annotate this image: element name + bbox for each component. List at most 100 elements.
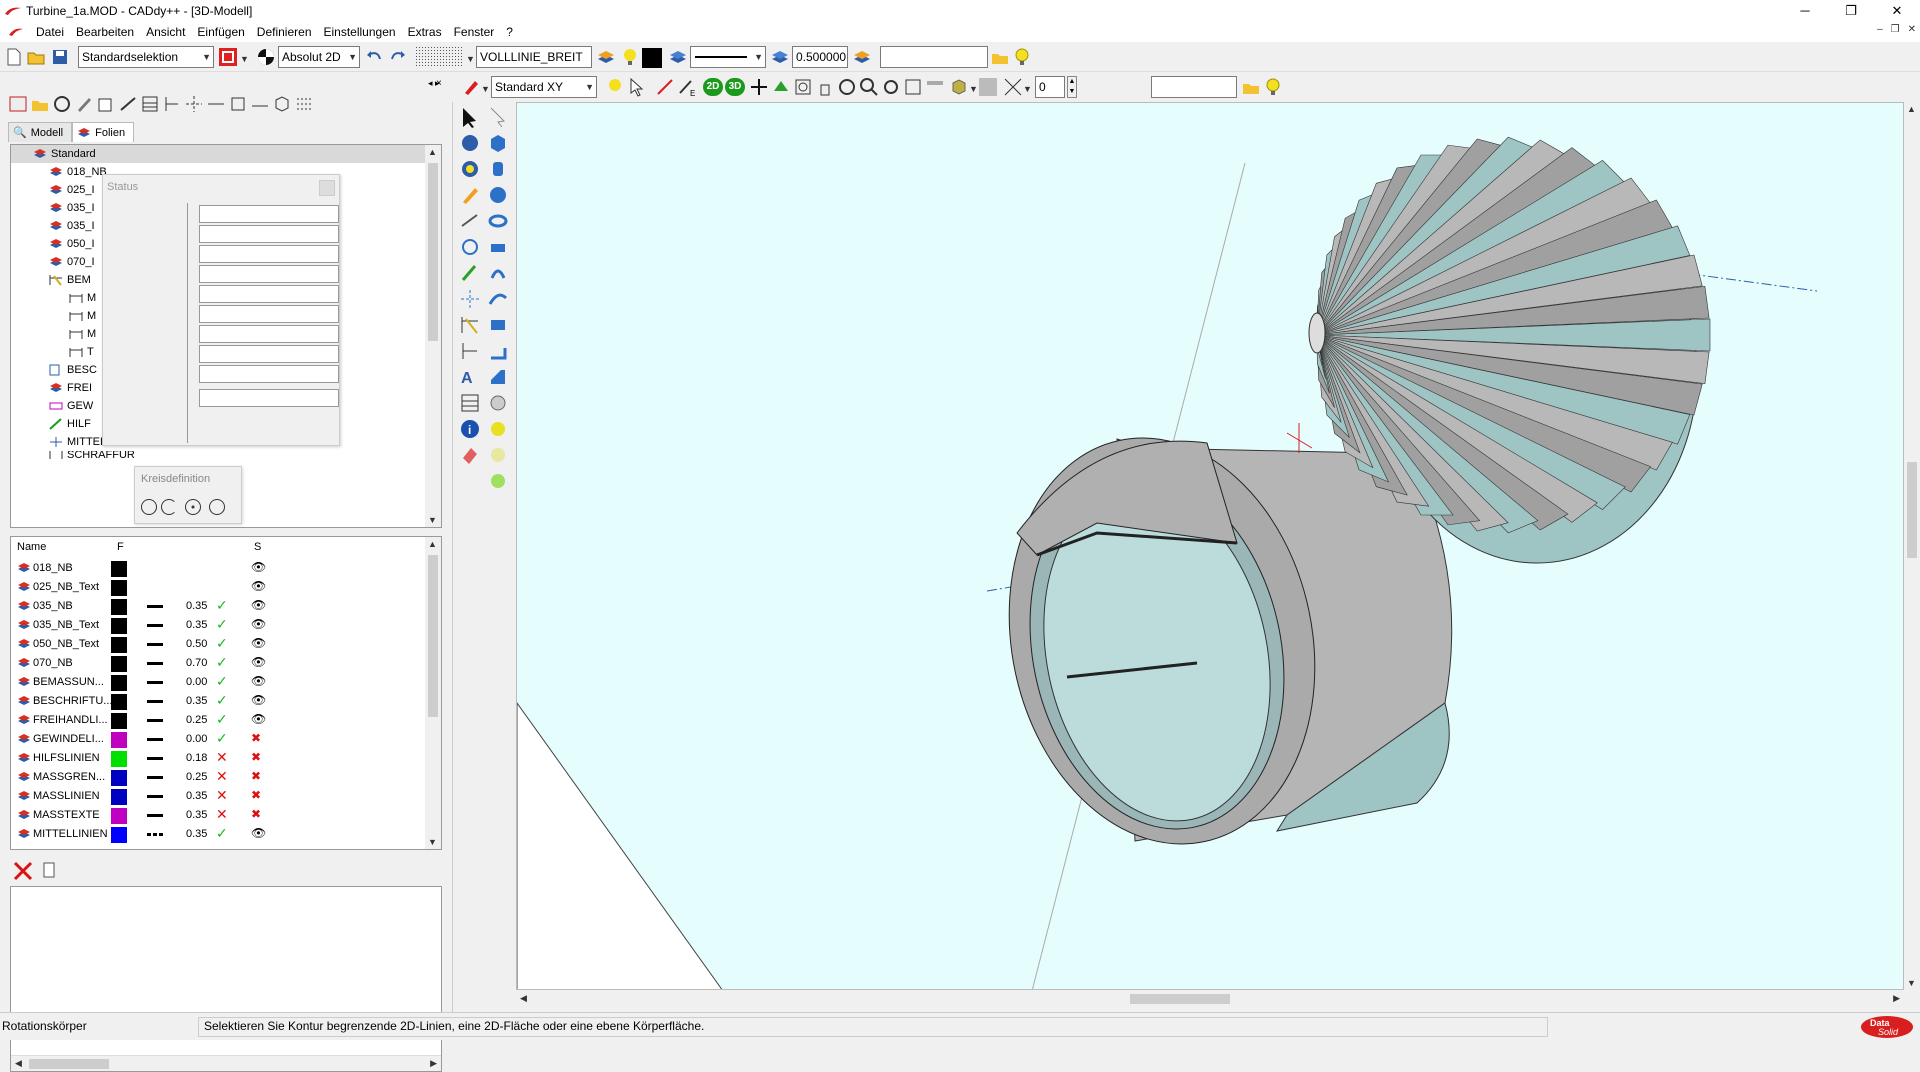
hidden-cross-icon[interactable]: ✕ xyxy=(216,806,228,823)
view-3d-button[interactable]: 3D xyxy=(725,78,745,96)
color-swatch[interactable] xyxy=(642,48,662,68)
layer-color-swatch[interactable] xyxy=(111,770,127,786)
layer-axis-icon[interactable] xyxy=(206,94,226,114)
green-sphere-icon[interactable] xyxy=(487,470,509,492)
dimension-tool-icon[interactable] xyxy=(459,314,481,336)
status-field[interactable] xyxy=(199,345,339,363)
layer-linestyle[interactable] xyxy=(147,700,163,703)
view-folder-icon[interactable] xyxy=(1241,77,1261,97)
save-icon[interactable] xyxy=(50,47,70,67)
rotate-view-icon[interactable] xyxy=(837,77,857,97)
line-width-field[interactable]: 0.500000 xyxy=(792,46,848,68)
pencil-tool-icon[interactable] xyxy=(459,184,481,206)
render-icon[interactable] xyxy=(771,77,791,97)
mdi-close-button[interactable]: ✕ xyxy=(1908,24,1916,35)
menu-einstellungen[interactable]: Einstellungen xyxy=(318,22,402,42)
layer-table-row[interactable]: 018_NB 👁 xyxy=(11,559,431,578)
layer-measure2-icon[interactable] xyxy=(250,94,270,114)
measure-disk-icon[interactable] xyxy=(459,158,481,180)
tree-item[interactable]: 025_I xyxy=(49,181,95,199)
layer-linestyle[interactable] xyxy=(147,605,163,608)
eye-icon[interactable]: 👁 xyxy=(251,579,266,593)
tab-modell[interactable]: 🔍 Modell xyxy=(8,122,73,142)
mdi-minimize-button[interactable]: – xyxy=(1877,24,1883,35)
layer-table-scrollbar[interactable]: ▲ ▼ xyxy=(425,537,441,849)
extrude-icon[interactable] xyxy=(487,236,509,258)
layer-color-swatch[interactable] xyxy=(111,656,127,672)
search-field[interactable] xyxy=(880,46,988,68)
layer-table-row[interactable]: 035_NB 0.35 ✓ 👁 xyxy=(11,597,431,616)
layer-table-row[interactable]: MASSLINIEN 0.35 ✕ ✖ xyxy=(11,787,431,806)
zoom-window-icon[interactable] xyxy=(793,77,813,97)
layer-color-swatch[interactable] xyxy=(111,580,127,596)
undo-icon[interactable] xyxy=(364,47,384,67)
column-s[interactable]: S xyxy=(254,541,261,553)
text-tool-icon[interactable]: A xyxy=(459,366,481,388)
box-solid-icon[interactable] xyxy=(487,132,509,154)
menu-datei[interactable]: Datei xyxy=(30,22,70,42)
pattern-icon[interactable] xyxy=(1003,77,1023,97)
layer-table-row[interactable]: BESCHRIFTU... 0.35 ✓ 👁 xyxy=(11,692,431,711)
status-field[interactable] xyxy=(199,205,339,223)
status-field[interactable] xyxy=(199,325,339,343)
layer-color-swatch[interactable] xyxy=(111,808,127,824)
tree-item[interactable]: BEM xyxy=(49,271,91,289)
eye-icon[interactable]: 👁 xyxy=(251,617,266,631)
hidden-cross-icon[interactable]: ✕ xyxy=(216,787,228,804)
visible-check-icon[interactable]: ✓ xyxy=(216,635,228,652)
eye-icon[interactable]: 👁 xyxy=(251,598,266,612)
layer-color-swatch[interactable] xyxy=(111,561,127,577)
tree-item[interactable]: 018_NB xyxy=(49,163,107,181)
boolean-icon[interactable] xyxy=(487,314,509,336)
layer-linestyle[interactable] xyxy=(147,795,163,798)
layer-cube-icon[interactable] xyxy=(272,94,292,114)
menu-ansicht[interactable]: Ansicht xyxy=(140,22,191,42)
layer-table-row[interactable]: MASSGREN... 0.25 ✕ ✖ xyxy=(11,768,431,787)
layer-linestyle[interactable] xyxy=(147,738,163,741)
lightbulb-icon[interactable] xyxy=(1012,47,1032,67)
circle-center-point-icon[interactable] xyxy=(185,499,201,515)
tree-root-standard[interactable]: Standard xyxy=(11,145,429,163)
menu-bearbeiten[interactable]: Bearbeiten xyxy=(70,22,140,42)
hidden-cross-icon[interactable]: ✕ xyxy=(216,768,228,785)
view-search-field[interactable] xyxy=(1151,76,1237,98)
layer-centerline-icon[interactable] xyxy=(184,94,204,114)
shell-icon[interactable] xyxy=(487,392,509,414)
layer-open-icon[interactable] xyxy=(30,94,50,114)
layer-color-swatch[interactable] xyxy=(111,751,127,767)
3d-viewport[interactable] xyxy=(516,102,1904,990)
tree-item[interactable]: 035_I xyxy=(49,217,95,235)
measure-icon[interactable] xyxy=(655,77,675,97)
eye-icon[interactable]: 👁 xyxy=(251,655,266,669)
visible-check-icon[interactable]: ✓ xyxy=(216,616,228,633)
selection-mode-select[interactable]: Standardselektion ▼ xyxy=(78,46,214,68)
layer-target-icon[interactable] xyxy=(52,94,72,114)
layer-stack-icon[interactable] xyxy=(668,47,688,67)
viewport-hscrollbar[interactable]: ◀ ▶ xyxy=(516,990,1904,1008)
layer-table-row[interactable]: 050_NB_Text 0.50 ✓ 👁 xyxy=(11,635,431,654)
visible-check-icon[interactable]: ✓ xyxy=(216,730,228,747)
status-field[interactable] xyxy=(199,225,339,243)
level-field[interactable]: 0 xyxy=(1035,76,1065,98)
tree-item[interactable]: SCHRAFFUR xyxy=(49,451,135,459)
layer-table-row[interactable]: GEWINDELI... 0.00 ✓ ✖ xyxy=(11,730,431,749)
layer-color-swatch[interactable] xyxy=(111,618,127,634)
light-sphere-icon[interactable] xyxy=(487,444,509,466)
layer-table-row[interactable]: 025_NB_Text 👁 xyxy=(11,578,431,597)
eye-icon[interactable]: 👁 xyxy=(251,674,266,688)
layer-color-swatch[interactable] xyxy=(111,713,127,729)
torus-icon[interactable] xyxy=(487,210,509,232)
solid-cube-icon[interactable] xyxy=(949,77,969,97)
shade-toggle[interactable] xyxy=(979,78,997,96)
column-color[interactable]: F xyxy=(117,541,124,553)
pointer-outline-icon[interactable] xyxy=(487,106,509,128)
tree-item[interactable]: M xyxy=(69,289,96,307)
chamfer-icon[interactable] xyxy=(487,366,509,388)
view-light-icon[interactable] xyxy=(605,77,625,97)
circle-arc-icon[interactable] xyxy=(161,499,177,515)
layers-icon[interactable] xyxy=(596,47,616,67)
view-2d-button[interactable]: 2D xyxy=(703,78,723,96)
visible-check-icon[interactable]: ✓ xyxy=(216,654,228,671)
eye-crossed-icon[interactable]: ✖ xyxy=(251,788,261,802)
zoom-in-icon[interactable] xyxy=(859,77,879,97)
